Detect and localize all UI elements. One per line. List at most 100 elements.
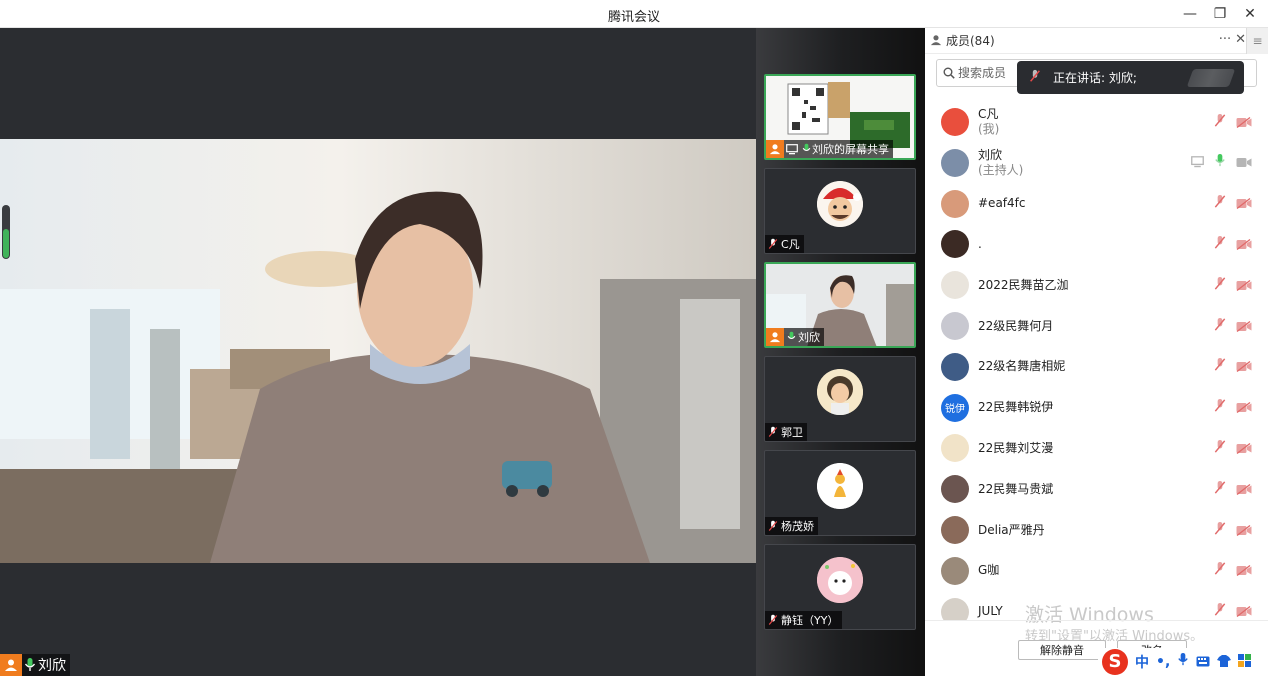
person-icon bbox=[766, 328, 784, 346]
avatar bbox=[941, 148, 969, 177]
ime-mode[interactable]: 中 bbox=[1135, 652, 1149, 672]
thumbnail-participant[interactable]: 郭卫 bbox=[764, 356, 916, 442]
camera-off-icon[interactable] bbox=[1236, 480, 1252, 499]
member-row[interactable]: 刘欣 (主持人) bbox=[925, 144, 1268, 182]
member-row[interactable]: 22民舞刘艾漫 bbox=[925, 429, 1268, 467]
thumbnail-label: 郭卫 bbox=[781, 426, 803, 439]
member-row[interactable]: 22民舞马贵斌 bbox=[925, 470, 1268, 508]
avatar bbox=[941, 352, 969, 381]
camera-off-icon[interactable] bbox=[1236, 561, 1252, 580]
close-button[interactable]: ✕ bbox=[1238, 4, 1262, 24]
camera-icon[interactable] bbox=[1236, 153, 1252, 172]
person-icon bbox=[0, 654, 22, 676]
camera-off-icon[interactable] bbox=[1236, 235, 1252, 254]
thumbnail-tag: 静钰（YY） bbox=[765, 611, 843, 629]
members-panel: 成员(84) ··· ✕ ≡ 正在讲话: 刘欣; C凡(我) 刘欣(主持人) #ea… bbox=[925, 28, 1268, 676]
member-name-block: 22民舞刘艾漫 bbox=[978, 441, 1053, 456]
avatar bbox=[941, 597, 969, 620]
camera-off-icon[interactable] bbox=[1236, 521, 1252, 540]
unmute-all-button[interactable]: 解除静音 bbox=[1018, 640, 1106, 660]
camera-off-icon[interactable] bbox=[1236, 439, 1252, 458]
camera-off-icon[interactable] bbox=[1236, 113, 1252, 132]
avatar bbox=[941, 312, 969, 340]
member-name: 22民舞刘艾漫 bbox=[978, 440, 1054, 455]
mic-muted-icon[interactable] bbox=[1214, 235, 1226, 254]
mic-muted-icon[interactable] bbox=[1214, 276, 1226, 295]
member-status-icons bbox=[1214, 561, 1252, 580]
camera-off-icon[interactable] bbox=[1236, 602, 1252, 620]
main-participant-name: 刘欣 bbox=[38, 658, 66, 674]
member-name: 刘欣 bbox=[978, 147, 1003, 162]
member-row[interactable]: . bbox=[925, 225, 1268, 263]
mic-muted-icon bbox=[765, 520, 781, 532]
member-status-icons bbox=[1214, 602, 1252, 620]
member-name-block: 22民舞韩锐伊 bbox=[978, 400, 1053, 415]
ime-logo[interactable]: S bbox=[1102, 648, 1128, 675]
thumbnail-participant[interactable]: 杨茂娇 bbox=[764, 450, 916, 536]
thumbnail-tag: 杨茂娇 bbox=[765, 517, 818, 535]
mic-muted-icon[interactable] bbox=[1214, 398, 1226, 417]
microphone-icon[interactable] bbox=[1177, 652, 1189, 671]
mic-muted-icon[interactable] bbox=[1214, 317, 1226, 336]
mic-muted-icon[interactable] bbox=[1214, 113, 1226, 132]
screen-share-icon bbox=[784, 143, 800, 155]
member-status-icons bbox=[1214, 398, 1252, 417]
member-row[interactable]: 22级民舞何月 bbox=[925, 307, 1268, 345]
skin-icon[interactable] bbox=[1217, 652, 1232, 671]
thumbnail-participant[interactable]: 静钰（YY） bbox=[764, 544, 916, 630]
mic-muted-icon[interactable] bbox=[1214, 521, 1226, 540]
member-row[interactable]: Delia严雅丹 bbox=[925, 511, 1268, 549]
member-name: G咖 bbox=[978, 563, 1000, 578]
member-role: (我) bbox=[978, 122, 1000, 136]
thumbnail-participant[interactable]: C凡 bbox=[764, 168, 916, 254]
keyboard-icon[interactable] bbox=[1196, 652, 1210, 671]
person-icon bbox=[766, 140, 784, 158]
member-name-block: #eaf4fc bbox=[978, 196, 1025, 211]
member-name: #eaf4fc bbox=[978, 196, 1026, 211]
member-name: C凡 bbox=[978, 107, 999, 121]
mic-muted-icon[interactable] bbox=[1214, 602, 1226, 620]
avatar bbox=[941, 434, 969, 463]
panel-menu-button[interactable]: ≡ bbox=[1246, 28, 1268, 54]
camera-off-icon[interactable] bbox=[1236, 357, 1252, 376]
mic-muted-icon bbox=[1029, 69, 1041, 86]
member-status-icons bbox=[1214, 276, 1252, 295]
camera-off-icon[interactable] bbox=[1236, 317, 1252, 336]
ime-punctuation[interactable]: •, bbox=[1156, 654, 1170, 670]
member-name-block: G咖 bbox=[978, 563, 999, 578]
main-stage: 刘欣 bbox=[0, 28, 756, 676]
minimize-button[interactable]: — bbox=[1178, 4, 1202, 24]
avatar bbox=[817, 181, 863, 227]
member-row[interactable]: 锐伊 22民舞韩锐伊 bbox=[925, 389, 1268, 427]
camera-off-icon[interactable] bbox=[1236, 398, 1252, 417]
member-name: 2022民舞苗乙泇 bbox=[978, 277, 1069, 292]
thumbnail-label: 刘欣 bbox=[798, 331, 820, 344]
speaking-indicator: 正在讲话: 刘欣; bbox=[1017, 61, 1244, 94]
person-icon bbox=[930, 31, 942, 50]
main-video[interactable] bbox=[0, 139, 756, 563]
restore-button[interactable]: ❐ bbox=[1208, 4, 1232, 24]
member-name: 22级民舞何月 bbox=[978, 318, 1054, 333]
toolbox-icon[interactable] bbox=[1238, 652, 1252, 671]
member-status-icons bbox=[1214, 317, 1252, 336]
mic-muted-icon[interactable] bbox=[1214, 357, 1226, 376]
mic-active-icon[interactable] bbox=[1214, 153, 1226, 172]
thumbnail-tag: 郭卫 bbox=[765, 423, 807, 441]
close-panel-button[interactable]: ✕ bbox=[1235, 32, 1246, 47]
thumbnail-screen-share[interactable]: 刘欣的屏幕共享 bbox=[764, 74, 916, 160]
member-row[interactable]: #eaf4fc bbox=[925, 185, 1268, 223]
thumbnail-camera[interactable]: 刘欣 bbox=[764, 262, 916, 348]
member-row[interactable]: 22级名舞唐相妮 bbox=[925, 348, 1268, 386]
mic-muted-icon[interactable] bbox=[1214, 194, 1226, 213]
mic-muted-icon[interactable] bbox=[1214, 480, 1226, 499]
more-options-button[interactable]: ··· bbox=[1219, 32, 1231, 47]
member-row[interactable]: C凡 (我) bbox=[925, 103, 1268, 141]
camera-off-icon[interactable] bbox=[1236, 194, 1252, 213]
camera-off-icon[interactable] bbox=[1236, 276, 1252, 295]
member-row[interactable]: 2022民舞苗乙泇 bbox=[925, 266, 1268, 304]
member-row[interactable]: G咖 bbox=[925, 552, 1268, 590]
avatar bbox=[941, 475, 969, 504]
mic-muted-icon[interactable] bbox=[1214, 561, 1226, 580]
mic-muted-icon[interactable] bbox=[1214, 439, 1226, 458]
speaking-label: 正在讲话: 刘欣; bbox=[1053, 71, 1137, 85]
